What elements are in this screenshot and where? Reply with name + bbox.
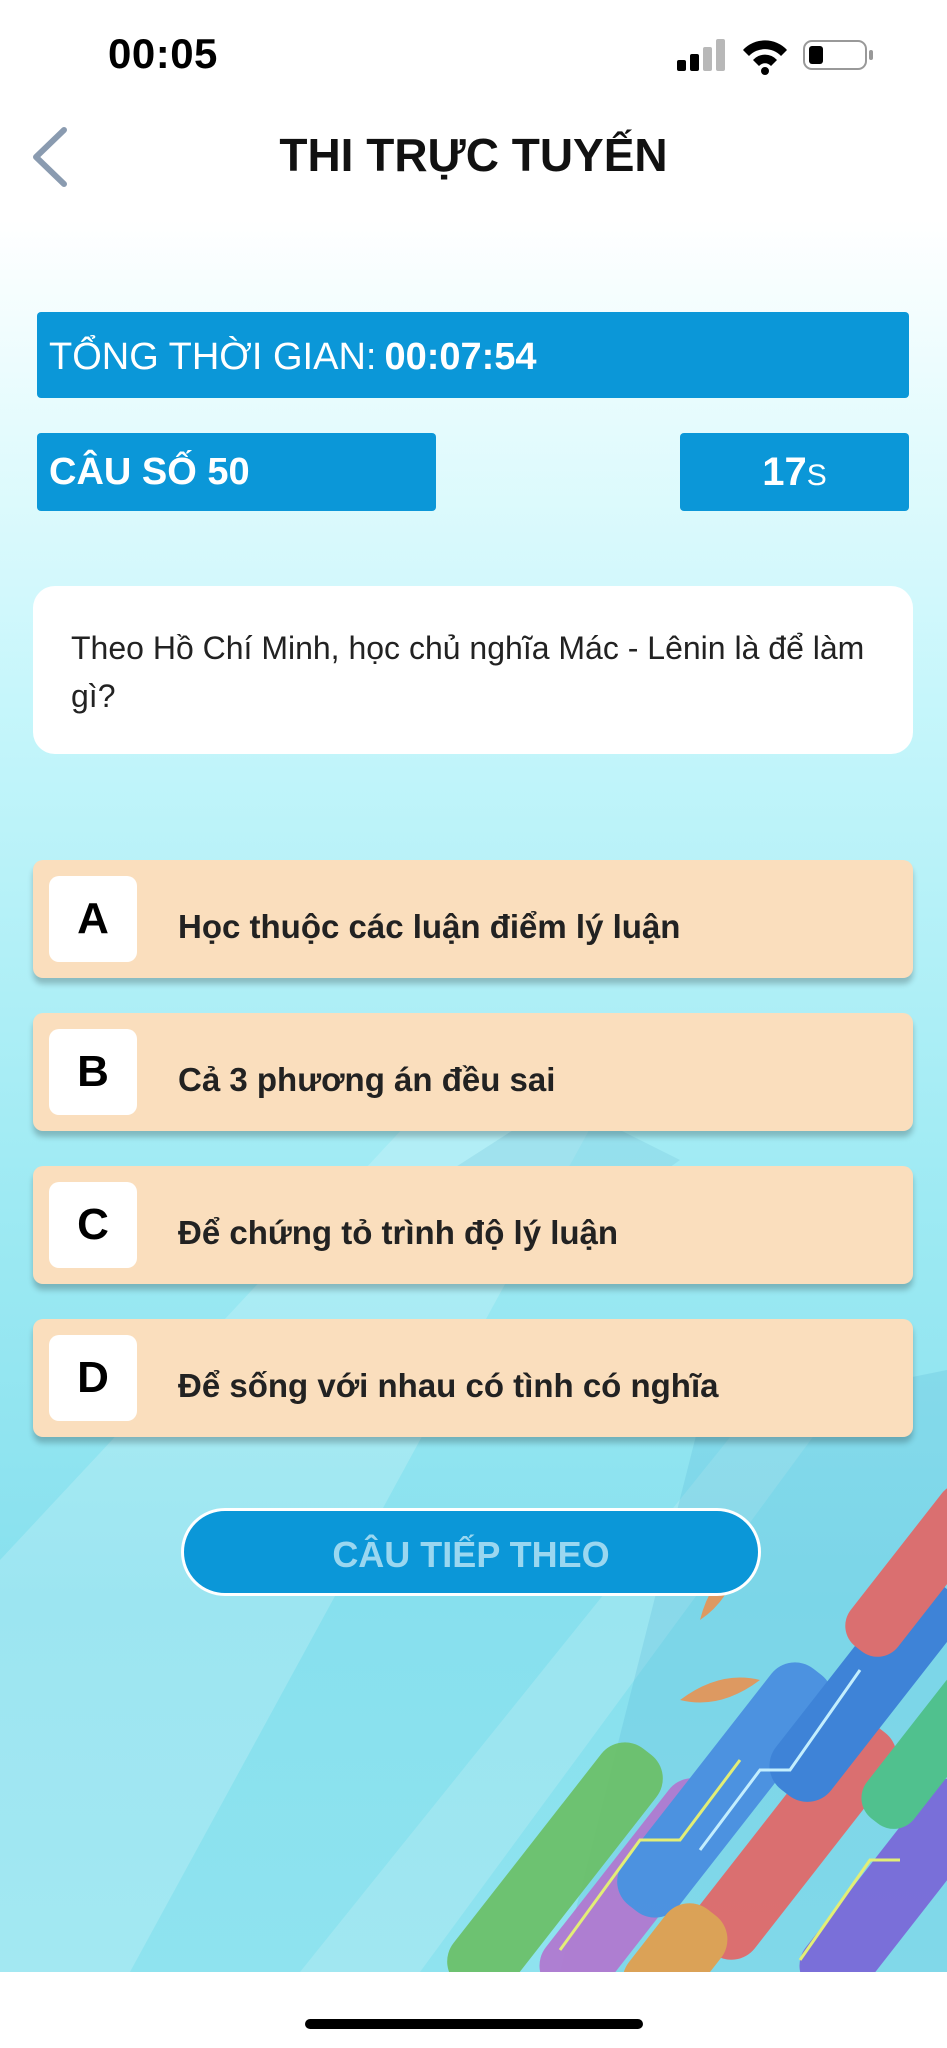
question-number-label: CÂU SỐ 50 bbox=[49, 451, 250, 493]
question-countdown: 17S bbox=[680, 433, 909, 511]
answer-letter: D bbox=[49, 1335, 137, 1421]
answer-letter: C bbox=[49, 1182, 137, 1268]
wifi-icon bbox=[743, 40, 787, 75]
countdown-value: 17 bbox=[762, 450, 807, 494]
home-indicator[interactable] bbox=[305, 2019, 643, 2029]
countdown-unit: S bbox=[806, 459, 827, 492]
answer-letter: A bbox=[49, 876, 137, 962]
total-time-label: TỔNG THỜI GIAN: bbox=[49, 335, 377, 378]
background-decoration bbox=[0, 0, 947, 1972]
answer-letter: B bbox=[49, 1029, 137, 1115]
decorative-graphic bbox=[0, 1100, 947, 1972]
question-card: Theo Hồ Chí Minh, học chủ nghĩa Mác - Lê… bbox=[33, 586, 913, 754]
answer-option-c[interactable]: C Để chứng tỏ trình độ lý luận bbox=[33, 1166, 913, 1284]
status-bar: 00:05 bbox=[0, 0, 947, 110]
next-question-button[interactable]: CÂU TIẾP THEO bbox=[181, 1508, 761, 1596]
cellular-signal-icon bbox=[677, 39, 725, 71]
question-number: CÂU SỐ 50 bbox=[37, 433, 436, 511]
status-time: 00:05 bbox=[108, 30, 218, 77]
answer-text: Học thuộc các luận điểm lý luận bbox=[178, 908, 681, 945]
answer-text: Cả 3 phương án đều sai bbox=[178, 1061, 556, 1098]
total-time-bar: TỔNG THỜI GIAN: 00:07:54 bbox=[37, 312, 909, 398]
status-icons bbox=[677, 36, 877, 81]
answer-option-a[interactable]: A Học thuộc các luận điểm lý luận bbox=[33, 860, 913, 978]
total-time-value: 00:07:54 bbox=[384, 335, 537, 378]
answer-option-b[interactable]: B Cả 3 phương án đều sai bbox=[33, 1013, 913, 1131]
app-header: THI TRỰC TUYẾN bbox=[0, 110, 947, 210]
page-title: THI TRỰC TUYẾN bbox=[279, 129, 668, 181]
answer-option-d[interactable]: D Để sống với nhau có tình có nghĩa bbox=[33, 1319, 913, 1437]
answer-text: Để chứng tỏ trình độ lý luận bbox=[178, 1214, 619, 1251]
answer-text: Để sống với nhau có tình có nghĩa bbox=[178, 1367, 719, 1404]
question-text: Theo Hồ Chí Minh, học chủ nghĩa Mác - Lê… bbox=[71, 630, 865, 714]
battery-icon bbox=[803, 40, 873, 70]
